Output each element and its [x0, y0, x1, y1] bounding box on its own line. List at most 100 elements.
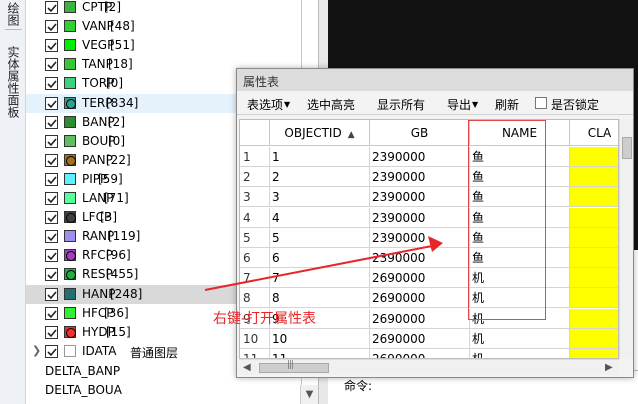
table-cell[interactable]: 2690000 [370, 328, 470, 349]
tab-drawing[interactable]: 绘图 [5, 2, 22, 30]
table-cell[interactable]: 2390000 [370, 207, 470, 228]
table-options-menu[interactable]: 表选项▼ [247, 96, 290, 113]
table-cell[interactable]: 2390000 [370, 227, 470, 248]
table-cell[interactable]: 4 [270, 207, 370, 228]
table-cell[interactable]: 2690000 [370, 349, 470, 358]
layer-color-swatch [64, 97, 76, 109]
layer-visibility-checkbox[interactable] [45, 1, 58, 14]
table-cell[interactable]: 2 [270, 167, 370, 188]
sort-ascending-icon[interactable]: ▲ [348, 130, 355, 140]
scroll-left-icon[interactable]: ◀ [243, 362, 251, 373]
layer-visibility-checkbox[interactable] [45, 307, 58, 320]
export-menu[interactable]: 导出▼ [447, 96, 478, 113]
table-cell[interactable]: 7 [270, 268, 370, 289]
layer-item[interactable]: DELTA_BANP [45, 364, 120, 378]
table-cell[interactable]: 6 [270, 248, 370, 268]
vertical-scroll-thumb[interactable] [622, 137, 632, 159]
row-header[interactable]: 11 [240, 349, 270, 358]
cla-cell[interactable] [570, 248, 618, 268]
layer-row[interactable]: CPTP [2] [26, 0, 301, 17]
select-highlight-button[interactable]: 选中高亮 [307, 96, 355, 113]
layer-visibility-checkbox[interactable] [45, 192, 58, 205]
scroll-right-icon[interactable]: ▶ [605, 362, 613, 373]
layer-scroll-down-button[interactable]: ▼ [300, 385, 318, 404]
layer-visibility-checkbox[interactable] [45, 345, 58, 358]
row-header[interactable]: 1 [240, 147, 270, 167]
header-objectid[interactable]: OBJECTID ▲ [270, 120, 370, 146]
layer-visibility-checkbox[interactable] [45, 268, 58, 281]
layer-color-swatch [64, 268, 76, 280]
grid-horizontal-scrollbar[interactable]: ◀ ||| ▶ [239, 359, 619, 375]
refresh-button[interactable]: 刷新 [495, 96, 519, 113]
expand-icon[interactable]: ❯ [32, 344, 41, 357]
tab-entity-properties[interactable]: 实体属性面板 [5, 46, 22, 118]
window-titlebar[interactable]: 属性表 [237, 69, 633, 91]
horizontal-scroll-thumb[interactable]: ||| [259, 360, 329, 373]
layer-group-type: 普通图层 [130, 346, 179, 360]
row-header[interactable]: 6 [240, 248, 270, 268]
table-cell[interactable]: 11 [270, 349, 370, 358]
cla-cell[interactable] [570, 288, 618, 309]
grid-vertical-scrollbar[interactable] [619, 119, 633, 359]
table-cell[interactable]: 1 [270, 147, 370, 167]
layer-count: [96] [106, 248, 131, 262]
layer-count: [71] [104, 191, 129, 205]
layer-color-swatch [64, 192, 76, 204]
layer-visibility-checkbox[interactable] [45, 249, 58, 262]
layer-visibility-checkbox[interactable] [45, 58, 58, 71]
row-header[interactable]: 10 [240, 328, 270, 349]
row-header[interactable]: 4 [240, 207, 270, 228]
layer-row[interactable]: VANP [48] [26, 17, 301, 36]
table-cell[interactable]: 2690000 [370, 308, 470, 329]
table-cell[interactable]: 机 [470, 328, 570, 349]
show-all-button[interactable]: 显示所有 [377, 96, 425, 113]
header-cla[interactable]: CLA [570, 120, 618, 146]
layer-visibility-checkbox[interactable] [45, 135, 58, 148]
layer-visibility-checkbox[interactable] [45, 116, 58, 129]
cla-cell[interactable] [570, 187, 618, 208]
layer-visibility-checkbox[interactable] [45, 230, 58, 243]
cla-cell[interactable] [570, 268, 618, 289]
cla-cell[interactable] [570, 308, 618, 329]
layer-row[interactable]: VEGP [51] [26, 36, 301, 55]
table-cell[interactable]: 10 [270, 328, 370, 349]
row-header[interactable]: 3 [240, 187, 270, 208]
row-header[interactable]: 5 [240, 227, 270, 248]
layer-visibility-checkbox[interactable] [45, 77, 58, 90]
layer-count: [15] [106, 325, 131, 339]
table-cell[interactable]: 3 [270, 187, 370, 208]
layer-visibility-checkbox[interactable] [45, 326, 58, 339]
table-cell[interactable]: 机 [470, 349, 570, 358]
layer-visibility-checkbox[interactable] [45, 211, 58, 224]
table-cell[interactable]: 2690000 [370, 268, 470, 289]
table-cell[interactable]: 8 [270, 288, 370, 309]
layer-visibility-checkbox[interactable] [45, 173, 58, 186]
scroll-grip: ||| [287, 360, 294, 370]
cla-cell[interactable] [570, 167, 618, 188]
table-cell[interactable]: 2690000 [370, 288, 470, 309]
header-gb[interactable]: GB [370, 120, 470, 146]
annotation-highlight-box [468, 120, 546, 320]
layer-visibility-checkbox[interactable] [45, 97, 58, 110]
cla-cell[interactable] [570, 328, 618, 349]
table-cell[interactable]: 2390000 [370, 187, 470, 208]
layer-visibility-checkbox[interactable] [45, 288, 58, 301]
table-cell[interactable]: 2390000 [370, 147, 470, 167]
row-header[interactable]: 2 [240, 167, 270, 188]
layer-visibility-checkbox[interactable] [45, 20, 58, 33]
cla-cell[interactable] [570, 207, 618, 228]
cla-cell[interactable] [570, 147, 618, 167]
row-header[interactable]: 8 [240, 288, 270, 309]
layer-visibility-checkbox[interactable] [45, 154, 58, 167]
layer-visibility-checkbox[interactable] [45, 39, 58, 52]
row-header[interactable]: 7 [240, 268, 270, 289]
layer-color-swatch [64, 77, 76, 89]
table-cell[interactable]: 5 [270, 227, 370, 248]
table-cell[interactable]: 2390000 [370, 167, 470, 188]
layer-color-swatch [64, 249, 76, 261]
layer-item[interactable]: DELTA_BOUA [45, 383, 122, 397]
lock-checkbox[interactable] [535, 97, 547, 109]
cla-cell[interactable] [570, 227, 618, 248]
cla-cell[interactable] [570, 349, 618, 358]
table-cell[interactable]: 2390000 [370, 248, 470, 268]
